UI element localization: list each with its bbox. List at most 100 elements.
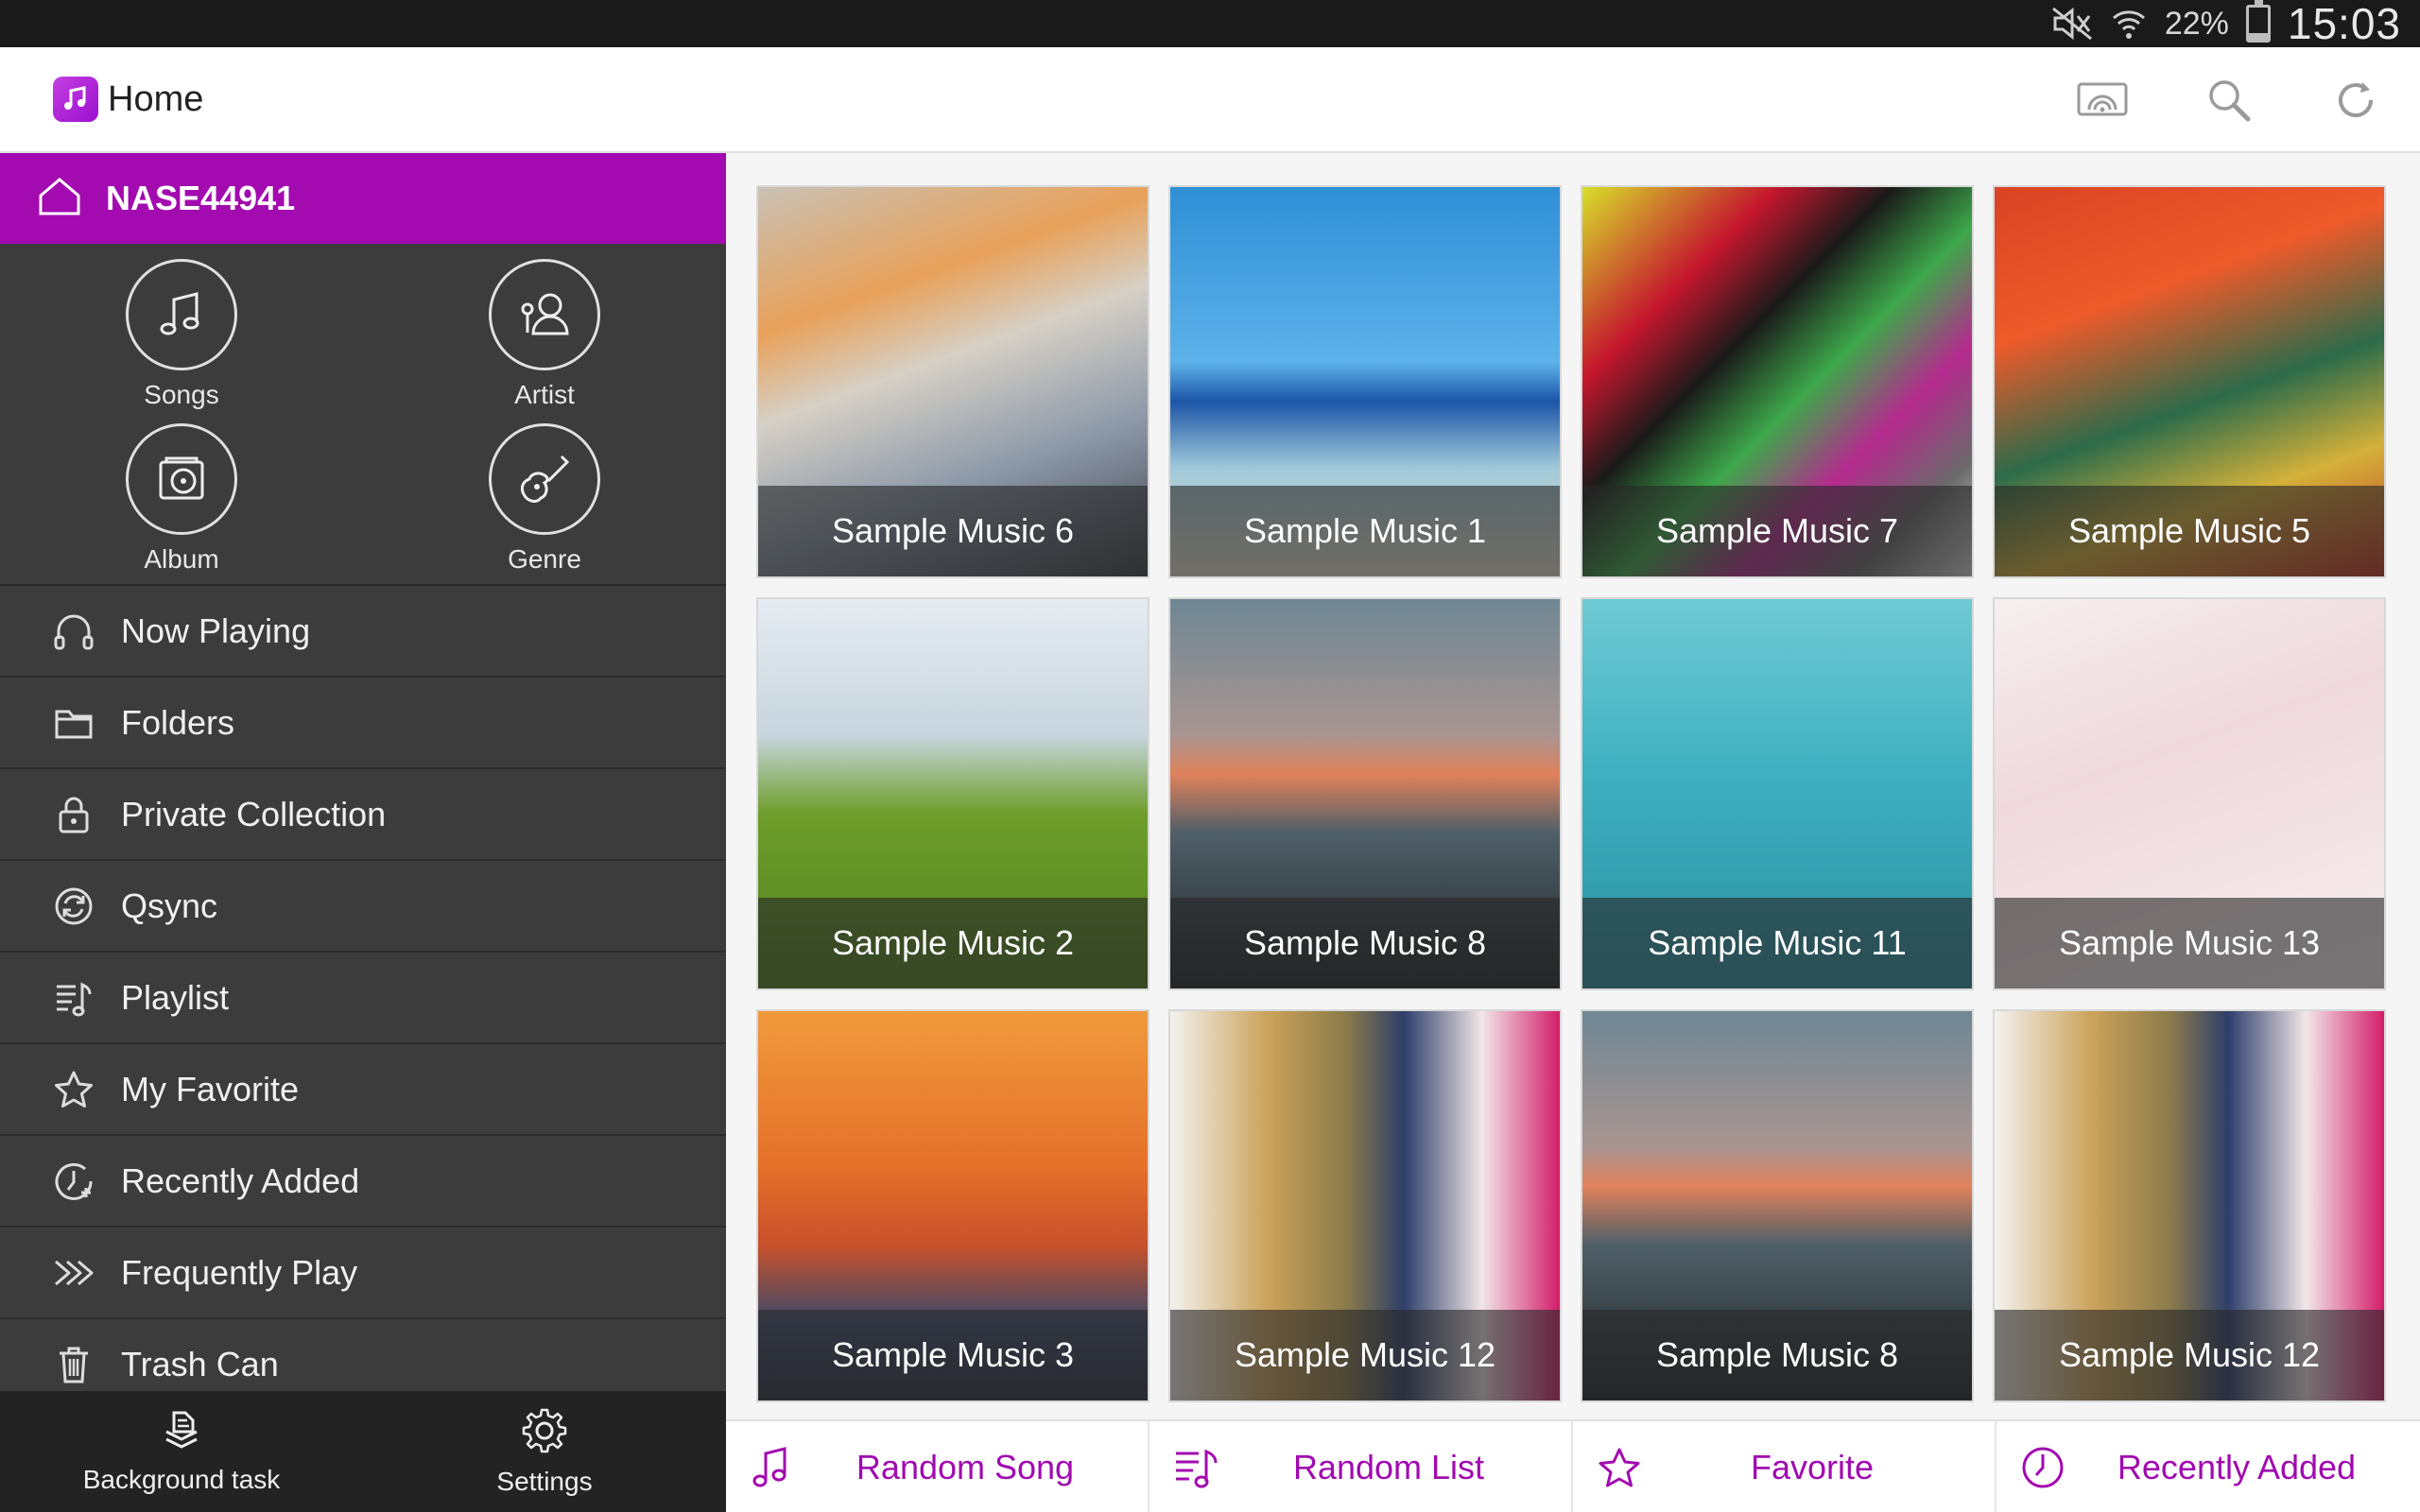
settings-label: Settings [496,1466,593,1496]
sidebar-item-label: Now Playing [121,610,311,650]
lock-icon [53,794,95,835]
category-label: Artist [514,380,575,409]
refresh-icon[interactable] [2329,74,2382,127]
album-title: Sample Music 8 [1655,1335,1899,1374]
album-title: Sample Music 12 [2058,1335,2321,1374]
album-tile[interactable]: Sample Music 12 [1993,1009,2386,1402]
album-caption: Sample Music 11 [1582,898,1972,988]
favorite-button[interactable]: Favorite [1573,1421,1996,1512]
category-artist[interactable]: Artist [450,259,639,410]
clock: 15:03 [2287,0,2401,48]
recently-added-button[interactable]: Recently Added [1996,1421,2420,1512]
quick-play-bar: Random Song Random List Favorite Recentl… [726,1419,2420,1512]
sidebar-item-label: Playlist [121,977,230,1017]
sidebar-item-label: Folders [121,702,235,742]
nas-name: NASE44941 [106,179,296,217]
album-title: Sample Music 11 [1648,923,1907,962]
album-tile[interactable]: Sample Music 8 [1581,1009,1974,1402]
stack-icon [161,1409,202,1457]
sidebar-item-playlist[interactable]: Playlist [0,953,726,1044]
sidebar-bottom-bar: Background task Settings [0,1391,726,1512]
category-label: Album [144,544,219,574]
music-note-icon [749,1444,796,1491]
playlist-icon [53,977,95,1019]
trash-icon [53,1344,95,1385]
home-icon [38,177,81,221]
album-tile[interactable]: Sample Music 11 [1581,597,1974,990]
album-caption: Sample Music 8 [1582,1310,1972,1400]
album-title: Sample Music 7 [1655,511,1899,550]
album-tile[interactable]: Sample Music 5 [1993,185,2386,578]
sidebar-item-frequently-play[interactable]: Frequently Play [0,1228,726,1319]
background-task-label: Background task [82,1464,281,1494]
album-grid-area: Sample Music 6 Sample Music 1 Sample Music… [726,153,2420,1419]
category-label: Songs [144,380,219,409]
album-tile[interactable]: Sample Music 7 [1581,185,1974,578]
sidebar-item-label: Recently Added [121,1160,360,1200]
sidebar-item-folders[interactable]: Folders [0,678,726,769]
battery-percent: 22% [2164,5,2229,42]
sidebar-menu: Now Playing Folders Private Collection Q… [0,586,726,1411]
search-icon[interactable] [2203,74,2256,127]
album-title: Sample Music 1 [1243,511,1487,550]
sidebar-item-recently-added[interactable]: Recently Added [0,1136,726,1228]
sidebar-item-label: Frequently Play [121,1252,358,1292]
album-tile[interactable]: Sample Music 13 [1993,597,2386,990]
album-caption: Sample Music 1 [1170,486,1560,576]
category-grid: Songs Artist Album Genre [0,244,726,586]
album-caption: Sample Music 7 [1582,486,1972,576]
guitar-icon [489,423,600,535]
settings-button[interactable]: Settings [363,1391,726,1512]
album-tile[interactable]: Sample Music 3 [756,1009,1150,1402]
category-album[interactable]: Album [87,423,276,575]
album-icon [126,423,237,535]
album-tile[interactable]: Sample Music 6 [756,185,1150,578]
star-icon [1596,1444,1643,1491]
page-title: Home [108,78,204,119]
sidebar-item-my-favorite[interactable]: My Favorite [0,1044,726,1136]
nas-server-row[interactable]: NASE44941 [0,153,726,244]
category-genre[interactable]: Genre [450,423,639,575]
app-logo-icon[interactable] [53,77,98,122]
music-note-icon [126,259,237,370]
cast-icon[interactable] [2076,74,2129,127]
gear-icon [521,1407,568,1459]
folder-icon [53,702,95,744]
album-tile[interactable]: Sample Music 2 [756,597,1150,990]
album-title: Sample Music 3 [831,1335,1075,1374]
sidebar-item-now-playing[interactable]: Now Playing [0,586,726,678]
battery-icon [2245,0,2271,43]
star-icon [53,1069,95,1110]
headphones-icon [53,610,95,652]
sidebar-item-qsync[interactable]: Qsync [0,861,726,953]
sidebar-item-private-collection[interactable]: Private Collection [0,769,726,861]
album-caption: Sample Music 3 [758,1310,1148,1400]
album-title: Sample Music 5 [2067,511,2311,550]
album-tile[interactable]: Sample Music 8 [1168,597,1562,990]
random-song-button[interactable]: Random Song [726,1421,1150,1512]
sync-icon [53,885,95,927]
background-task-button[interactable]: Background task [0,1391,363,1512]
sidebar-item-label: Qsync [121,885,218,925]
album-caption: Sample Music 12 [1995,1310,2384,1400]
album-caption: Sample Music 2 [758,898,1148,988]
sidebar-item-label: Private Collection [121,794,387,833]
album-tile[interactable]: Sample Music 1 [1168,185,1562,578]
album-title: Sample Music 6 [831,511,1075,550]
category-label: Genre [508,544,581,574]
album-tile[interactable]: Sample Music 12 [1168,1009,1562,1402]
album-title: Sample Music 8 [1243,923,1487,962]
album-title: Sample Music 2 [831,923,1075,962]
category-songs[interactable]: Songs [87,259,276,410]
album-caption: Sample Music 5 [1995,486,2384,576]
random-list-button[interactable]: Random List [1150,1421,1573,1512]
album-caption: Sample Music 12 [1170,1310,1560,1400]
playlist-icon [1172,1444,1219,1491]
album-title: Sample Music 12 [1234,1335,1496,1374]
sidebar-item-label: Trash Can [121,1344,279,1383]
wifi-icon [2110,5,2148,43]
album-grid: Sample Music 6 Sample Music 1 Sample Music… [756,185,2386,1402]
album-caption: Sample Music 13 [1995,898,2384,988]
status-bar: 22% 15:03 [0,0,2420,48]
clock-icon [53,1160,95,1202]
